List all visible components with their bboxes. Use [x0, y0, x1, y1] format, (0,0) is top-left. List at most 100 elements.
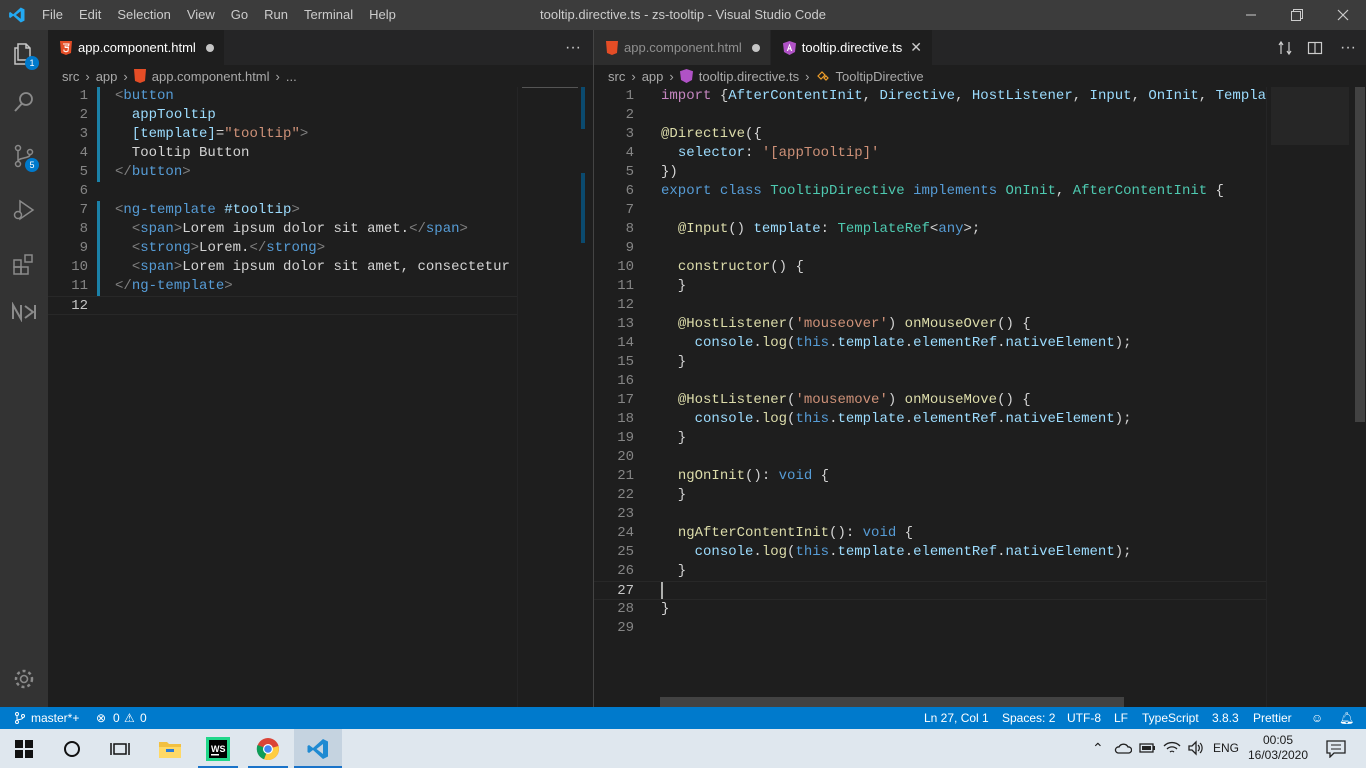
- code-line[interactable]: 8 <span>Lorem ipsum dolor sit amet.</spa…: [48, 220, 517, 239]
- webstorm-taskbar-button[interactable]: WS: [194, 729, 242, 768]
- close-window-button[interactable]: [1320, 0, 1366, 30]
- close-tab-icon[interactable]: ✕: [910, 39, 922, 56]
- code-line[interactable]: 27: [594, 581, 1266, 600]
- code-line[interactable]: 24 ngAfterContentInit(): void {: [594, 524, 1266, 543]
- code-line[interactable]: 7 <ng-template #tooltip>: [48, 201, 517, 220]
- code-line[interactable]: 12: [594, 296, 1266, 315]
- nx-console-button[interactable]: [0, 288, 48, 336]
- code-line[interactable]: 15 }: [594, 353, 1266, 372]
- search-taskbar-button[interactable]: [48, 729, 96, 768]
- code-line[interactable]: 2: [594, 106, 1266, 125]
- chrome-taskbar-button[interactable]: [244, 729, 292, 768]
- scrollbar-thumb[interactable]: [1355, 87, 1365, 422]
- wifi-icon[interactable]: [1163, 740, 1181, 756]
- code-line[interactable]: 13 @HostListener('mouseover') onMouseOve…: [594, 315, 1266, 334]
- error-count[interactable]: 0: [113, 707, 120, 729]
- code-line[interactable]: 18 console.log(this.template.elementRef.…: [594, 410, 1266, 429]
- code-line[interactable]: 5 </button>: [48, 163, 517, 182]
- code-line[interactable]: 23: [594, 505, 1266, 524]
- encoding[interactable]: UTF-8: [1067, 707, 1101, 729]
- code-line[interactable]: 29: [594, 619, 1266, 638]
- horizontal-scrollbar-thumb[interactable]: [660, 697, 1124, 707]
- indentation[interactable]: Spaces: 2: [1002, 707, 1055, 729]
- unsaved-dot-icon[interactable]: [205, 43, 214, 52]
- extensions-button[interactable]: [0, 240, 48, 288]
- code-line[interactable]: 16: [594, 372, 1266, 391]
- code-line[interactable]: 19 }: [594, 429, 1266, 448]
- breadcrumb-item[interactable]: TooltipDirective: [836, 69, 924, 84]
- code-line[interactable]: 26 }: [594, 562, 1266, 581]
- code-line[interactable]: 2 appTooltip: [48, 106, 517, 125]
- more-actions-button[interactable]: ···: [553, 30, 593, 65]
- onedrive-cloud-icon[interactable]: [1114, 741, 1132, 755]
- code-line[interactable]: 4 selector: '[appTooltip]': [594, 144, 1266, 163]
- code-line[interactable]: 6: [48, 182, 517, 201]
- code-line[interactable]: 9: [594, 239, 1266, 258]
- vscode-taskbar-button[interactable]: [294, 729, 342, 768]
- restore-button[interactable]: [1274, 0, 1320, 30]
- tab-app-component-html[interactable]: app.component.html: [594, 30, 771, 65]
- minimap[interactable]: [517, 87, 581, 707]
- file-explorer-taskbar-button[interactable]: [146, 729, 194, 768]
- menu-run[interactable]: Run: [256, 0, 296, 30]
- minimap[interactable]: [1266, 87, 1352, 707]
- code-line[interactable]: 28}: [594, 600, 1266, 619]
- branch-name[interactable]: master*+: [31, 707, 79, 729]
- code-line[interactable]: 4 Tooltip Button: [48, 144, 517, 163]
- end-of-line[interactable]: LF: [1114, 707, 1128, 729]
- code-line[interactable]: 1 <button: [48, 87, 517, 106]
- code-line[interactable]: 25 console.log(this.template.elementRef.…: [594, 543, 1266, 562]
- task-view-button[interactable]: [96, 729, 144, 768]
- search-button[interactable]: [0, 78, 48, 126]
- explorer-button[interactable]: 1: [0, 30, 48, 78]
- code-line[interactable]: 1 import {AfterContentInit, Directive, Ho…: [594, 87, 1266, 106]
- menu-selection[interactable]: Selection: [109, 0, 178, 30]
- breadcrumb-item[interactable]: tooltip.directive.ts: [699, 69, 799, 84]
- manage-button[interactable]: [0, 655, 48, 703]
- vertical-scrollbar[interactable]: [579, 87, 593, 707]
- volume-icon[interactable]: [1187, 740, 1205, 756]
- vertical-scrollbar[interactable]: [1352, 87, 1366, 707]
- code-line[interactable]: 7: [594, 201, 1266, 220]
- code-line[interactable]: 14 console.log(this.template.elementRef.…: [594, 334, 1266, 353]
- code-line[interactable]: 6 export class TooltipDirective implement…: [594, 182, 1266, 201]
- code-line[interactable]: 11 }: [594, 277, 1266, 296]
- code-line[interactable]: 22 }: [594, 486, 1266, 505]
- start-button[interactable]: [0, 729, 48, 768]
- feedback-icon[interactable]: ☺: [1311, 707, 1323, 729]
- split-editor-button[interactable]: [1300, 30, 1330, 65]
- code-line[interactable]: 12: [48, 296, 517, 315]
- code-line[interactable]: 20: [594, 448, 1266, 467]
- breadcrumb-item[interactable]: app.component.html: [152, 69, 270, 84]
- menu-terminal[interactable]: Terminal: [296, 0, 361, 30]
- unsaved-dot-icon[interactable]: [751, 43, 760, 52]
- run-debug-button[interactable]: [0, 186, 48, 234]
- code-line[interactable]: 3 @Directive({: [594, 125, 1266, 144]
- right-code-area[interactable]: 1 import {AfterContentInit, Directive, Ho…: [594, 87, 1266, 638]
- open-changes-button[interactable]: [1270, 30, 1300, 65]
- battery-icon[interactable]: [1139, 741, 1157, 755]
- git-change-gutter[interactable]: [97, 87, 100, 182]
- code-line[interactable]: 5}): [594, 163, 1266, 182]
- tab-tooltip-directive-ts[interactable]: tooltip.directive.ts ✕: [770, 30, 933, 65]
- menu-go[interactable]: Go: [223, 0, 256, 30]
- tab-app-component-html[interactable]: app.component.html: [48, 30, 225, 65]
- code-line[interactable]: 9 <strong>Lorem.</strong>: [48, 239, 517, 258]
- source-control-button[interactable]: 5: [0, 132, 48, 180]
- more-actions-button[interactable]: ···: [1330, 30, 1366, 65]
- code-line[interactable]: 17 @HostListener('mousemove') onMouseMov…: [594, 391, 1266, 410]
- menu-help[interactable]: Help: [361, 0, 404, 30]
- notifications-bell-icon[interactable]: 🔔︎: [1339, 707, 1354, 729]
- code-line[interactable]: 10 <span>Lorem ipsum dolor sit amet, con…: [48, 258, 517, 277]
- code-line[interactable]: 8 @Input() template: TemplateRef<any>;: [594, 220, 1266, 239]
- menu-edit[interactable]: Edit: [71, 0, 109, 30]
- menu-file[interactable]: File: [34, 0, 71, 30]
- input-language[interactable]: ENG: [1213, 729, 1239, 768]
- minimize-button[interactable]: [1228, 0, 1274, 30]
- code-line[interactable]: 3 [template]="tooltip">: [48, 125, 517, 144]
- cursor-position[interactable]: Ln 27, Col 1: [924, 707, 989, 729]
- warning-count[interactable]: 0: [140, 707, 147, 729]
- show-hidden-icons-chevron-up-icon[interactable]: ⌃: [1092, 729, 1104, 768]
- breadcrumb-item[interactable]: src: [62, 69, 79, 84]
- language-mode[interactable]: TypeScript: [1142, 707, 1199, 729]
